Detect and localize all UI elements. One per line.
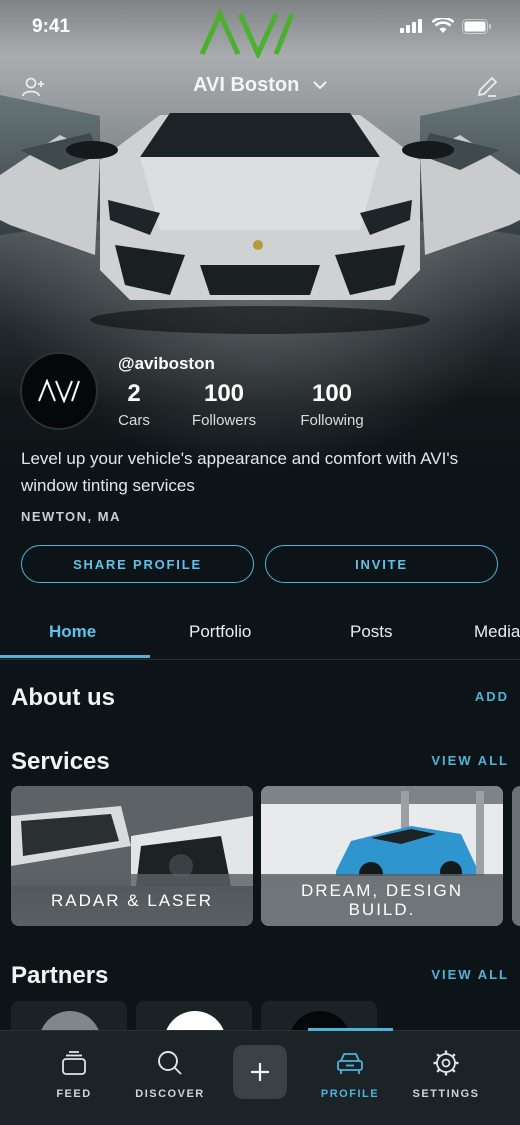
about-title: About us [11, 684, 115, 711]
stat-label: Following [300, 412, 364, 429]
tab-home[interactable]: Home [49, 622, 96, 642]
tab-media[interactable]: Media [474, 622, 520, 642]
avi-logo [199, 8, 295, 58]
car-icon [337, 1053, 363, 1074]
invite-button[interactable]: INVITE [265, 545, 498, 583]
create-post-button[interactable] [233, 1045, 287, 1099]
avi-avatar-logo [38, 379, 80, 403]
stat-cars[interactable]: 2 Cars [117, 380, 151, 429]
edit-icon[interactable] [474, 74, 500, 100]
avatar[interactable] [20, 352, 98, 430]
nav-feed[interactable]: FEED [29, 1049, 119, 1100]
stat-value: 2 [127, 380, 141, 407]
plus-icon [251, 1063, 269, 1081]
service-label: DREAM, DESIGN BUILD. [261, 874, 503, 926]
profile-header: AVI Boston [0, 70, 520, 106]
stat-label: Followers [191, 412, 257, 429]
service-card[interactable]: DREAM, DESIGN BUILD. [261, 786, 503, 926]
battery-icon [462, 18, 491, 34]
account-switcher[interactable]: AVI Boston [0, 74, 520, 97]
tab-posts[interactable]: Posts [350, 622, 393, 642]
service-card-peek [512, 786, 520, 926]
stat-label: Cars [118, 412, 150, 429]
feed-icon [62, 1051, 86, 1075]
profile-handle: @aviboston [118, 354, 215, 373]
nav-label: PROFILE [320, 1088, 380, 1100]
nav-settings[interactable]: SETTINGS [401, 1049, 491, 1100]
wifi-icon [432, 18, 454, 33]
nav-label: SETTINGS [412, 1088, 480, 1100]
partners-view-all-link[interactable]: VIEW ALL [431, 967, 509, 982]
profile-tabs: Home Portfolio Posts Media [0, 612, 520, 660]
status-time: 9:41 [32, 16, 71, 37]
gear-icon [433, 1050, 459, 1076]
account-name: AVI Boston [193, 74, 300, 96]
nav-discover[interactable]: DISCOVER [125, 1049, 215, 1100]
profile-bio: Level up your vehicle's appearance and c… [21, 449, 459, 495]
services-title: Services [11, 748, 110, 775]
about-add-link[interactable]: ADD [475, 689, 509, 704]
services-view-all-link[interactable]: VIEW ALL [431, 753, 509, 768]
signal-icon [400, 19, 422, 33]
profile-location: NEWTON, MA [21, 509, 121, 524]
active-tab-indicator [0, 655, 150, 658]
active-nav-indicator [308, 1028, 393, 1031]
stat-value: 100 [203, 380, 245, 407]
nav-label: FEED [56, 1088, 92, 1100]
stat-following[interactable]: 100 Following [291, 380, 373, 429]
stat-followers[interactable]: 100 Followers [183, 380, 265, 429]
service-image [11, 786, 253, 886]
search-icon [158, 1051, 182, 1075]
share-profile-button[interactable]: SHARE PROFILE [21, 545, 254, 583]
chevron-down-icon [313, 81, 327, 90]
nav-label: DISCOVER [135, 1088, 205, 1100]
stat-value: 100 [311, 380, 353, 407]
service-image [261, 786, 503, 886]
service-card[interactable]: RADAR & LASER [11, 786, 253, 926]
service-label: RADAR & LASER [11, 874, 253, 926]
tab-portfolio[interactable]: Portfolio [189, 622, 251, 642]
car-image [0, 113, 520, 334]
nav-profile[interactable]: PROFILE [305, 1049, 395, 1100]
partners-title: Partners [11, 962, 109, 989]
